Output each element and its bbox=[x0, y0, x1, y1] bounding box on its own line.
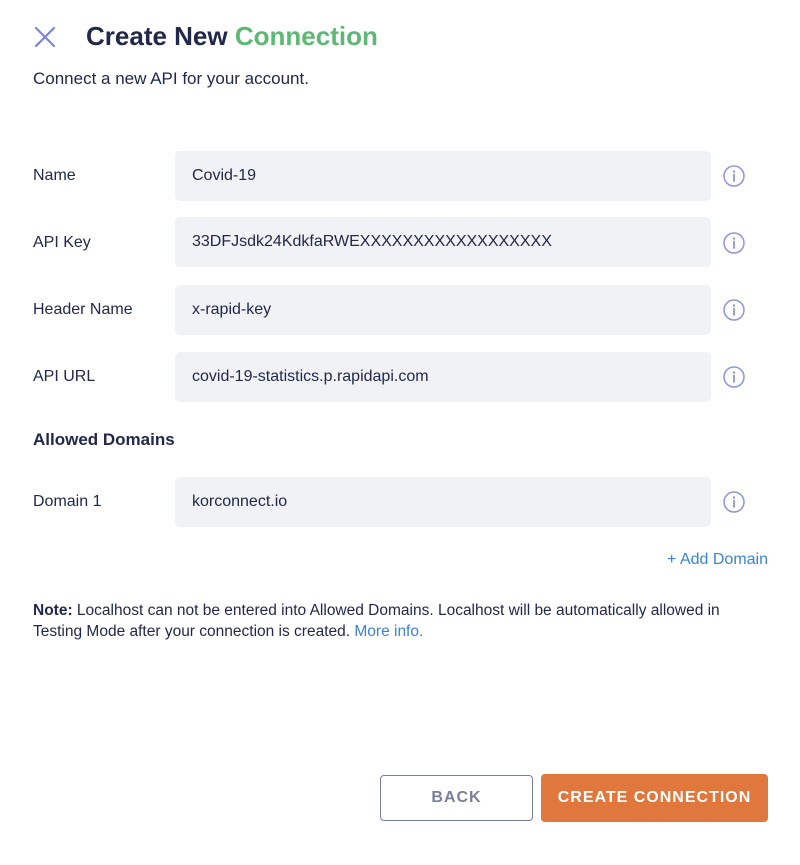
close-icon bbox=[34, 26, 56, 48]
more-info-link[interactable]: More info. bbox=[354, 623, 423, 640]
back-button[interactable]: BACK bbox=[380, 775, 533, 821]
add-domain-link[interactable]: + Add Domain bbox=[667, 550, 768, 570]
info-icon[interactable] bbox=[722, 298, 746, 322]
info-icon[interactable] bbox=[722, 164, 746, 188]
info-icon[interactable] bbox=[722, 490, 746, 514]
domain-1-field[interactable] bbox=[175, 477, 711, 527]
domain-1-label: Domain 1 bbox=[33, 493, 102, 510]
title-main: Create New bbox=[86, 21, 228, 51]
api-key-label: API Key bbox=[33, 234, 91, 251]
info-icon[interactable] bbox=[722, 231, 746, 255]
header-name-label: Header Name bbox=[33, 301, 133, 318]
api-url-label: API URL bbox=[33, 368, 96, 385]
close-button[interactable] bbox=[33, 25, 57, 49]
name-field[interactable] bbox=[175, 151, 711, 201]
name-label: Name bbox=[33, 167, 76, 184]
page-subtitle: Connect a new API for your account. bbox=[33, 69, 309, 88]
title-accent: Connection bbox=[234, 21, 378, 51]
create-connection-button[interactable]: CREATE CONNECTION bbox=[541, 774, 768, 822]
api-key-field[interactable] bbox=[175, 217, 711, 267]
api-url-field[interactable] bbox=[175, 352, 711, 402]
localhost-note: Note: Localhost can not be entered into … bbox=[33, 600, 768, 642]
info-icon[interactable] bbox=[722, 365, 746, 389]
page-title: Create New Connection bbox=[86, 19, 378, 53]
note-prefix: Note: bbox=[33, 602, 73, 619]
allowed-domains-heading: Allowed Domains bbox=[33, 430, 175, 449]
header-name-field[interactable] bbox=[175, 285, 711, 335]
